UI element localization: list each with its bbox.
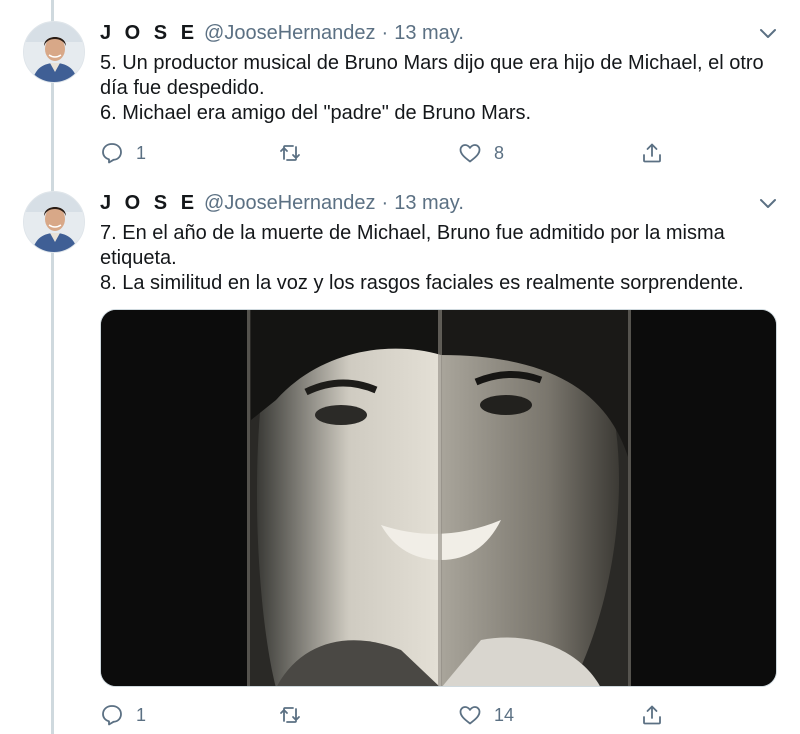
share-button[interactable] bbox=[640, 700, 664, 730]
separator-dot: · bbox=[381, 22, 389, 44]
tweet-line: 7. En el año de la muerte de Michael, Br… bbox=[100, 222, 725, 269]
tweet-actions: 1 8 bbox=[100, 138, 680, 168]
tweet-1[interactable]: J O S E @JooseHernandez · 13 may. 5. Un … bbox=[0, 0, 800, 170]
retweet-button[interactable] bbox=[278, 138, 314, 168]
reply-icon bbox=[100, 703, 124, 727]
author-handle[interactable]: @JooseHernandez bbox=[204, 22, 376, 45]
tweet-date[interactable]: 13 may. bbox=[394, 192, 464, 215]
separator-dot: · bbox=[381, 192, 389, 214]
share-icon bbox=[640, 703, 664, 727]
reply-button[interactable]: 1 bbox=[100, 138, 146, 168]
tweet-2[interactable]: J O S E @JooseHernandez · 13 may. 7. En … bbox=[0, 170, 800, 734]
like-count: 8 bbox=[494, 142, 505, 163]
reply-icon bbox=[100, 141, 124, 165]
author-name[interactable]: J O S E bbox=[100, 22, 198, 45]
author-name[interactable]: J O S E bbox=[100, 192, 198, 215]
share-button[interactable] bbox=[640, 138, 664, 168]
like-button[interactable]: 8 bbox=[458, 138, 504, 168]
tweet-date[interactable]: 13 may. bbox=[394, 22, 464, 45]
like-heart-icon bbox=[458, 703, 482, 727]
chevron-down-icon[interactable] bbox=[756, 194, 780, 214]
tweet-line: 5. Un productor musical de Bruno Mars di… bbox=[100, 52, 764, 99]
like-heart-icon bbox=[458, 141, 482, 165]
tweet-header: J O S E @JooseHernandez · 13 may. bbox=[100, 192, 464, 218]
reply-count: 1 bbox=[136, 704, 147, 725]
reply-count: 1 bbox=[136, 142, 147, 163]
tweet-text: 5. Un productor musical de Bruno Mars di… bbox=[100, 51, 780, 126]
avatar[interactable] bbox=[23, 191, 85, 253]
reply-button[interactable]: 1 bbox=[100, 700, 146, 730]
tweet-line: 8. La similitud en la voz y los rasgos f… bbox=[100, 272, 744, 294]
retweet-icon bbox=[278, 141, 302, 165]
tweet-photo[interactable] bbox=[100, 309, 777, 687]
like-button[interactable]: 14 bbox=[458, 700, 514, 730]
like-count: 14 bbox=[494, 704, 515, 725]
avatar[interactable] bbox=[23, 21, 85, 83]
tweet-line: 6. Michael era amigo del "padre" de Brun… bbox=[100, 102, 532, 124]
tweet-actions: 1 14 bbox=[100, 700, 680, 730]
tweet-text: 7. En el año de la muerte de Michael, Br… bbox=[100, 221, 780, 296]
share-icon bbox=[640, 141, 664, 165]
chevron-down-icon[interactable] bbox=[756, 24, 780, 44]
author-handle[interactable]: @JooseHernandez bbox=[204, 192, 376, 215]
retweet-icon bbox=[278, 703, 302, 727]
tweet-header: J O S E @JooseHernandez · 13 may. bbox=[100, 22, 464, 48]
retweet-button[interactable] bbox=[278, 700, 314, 730]
